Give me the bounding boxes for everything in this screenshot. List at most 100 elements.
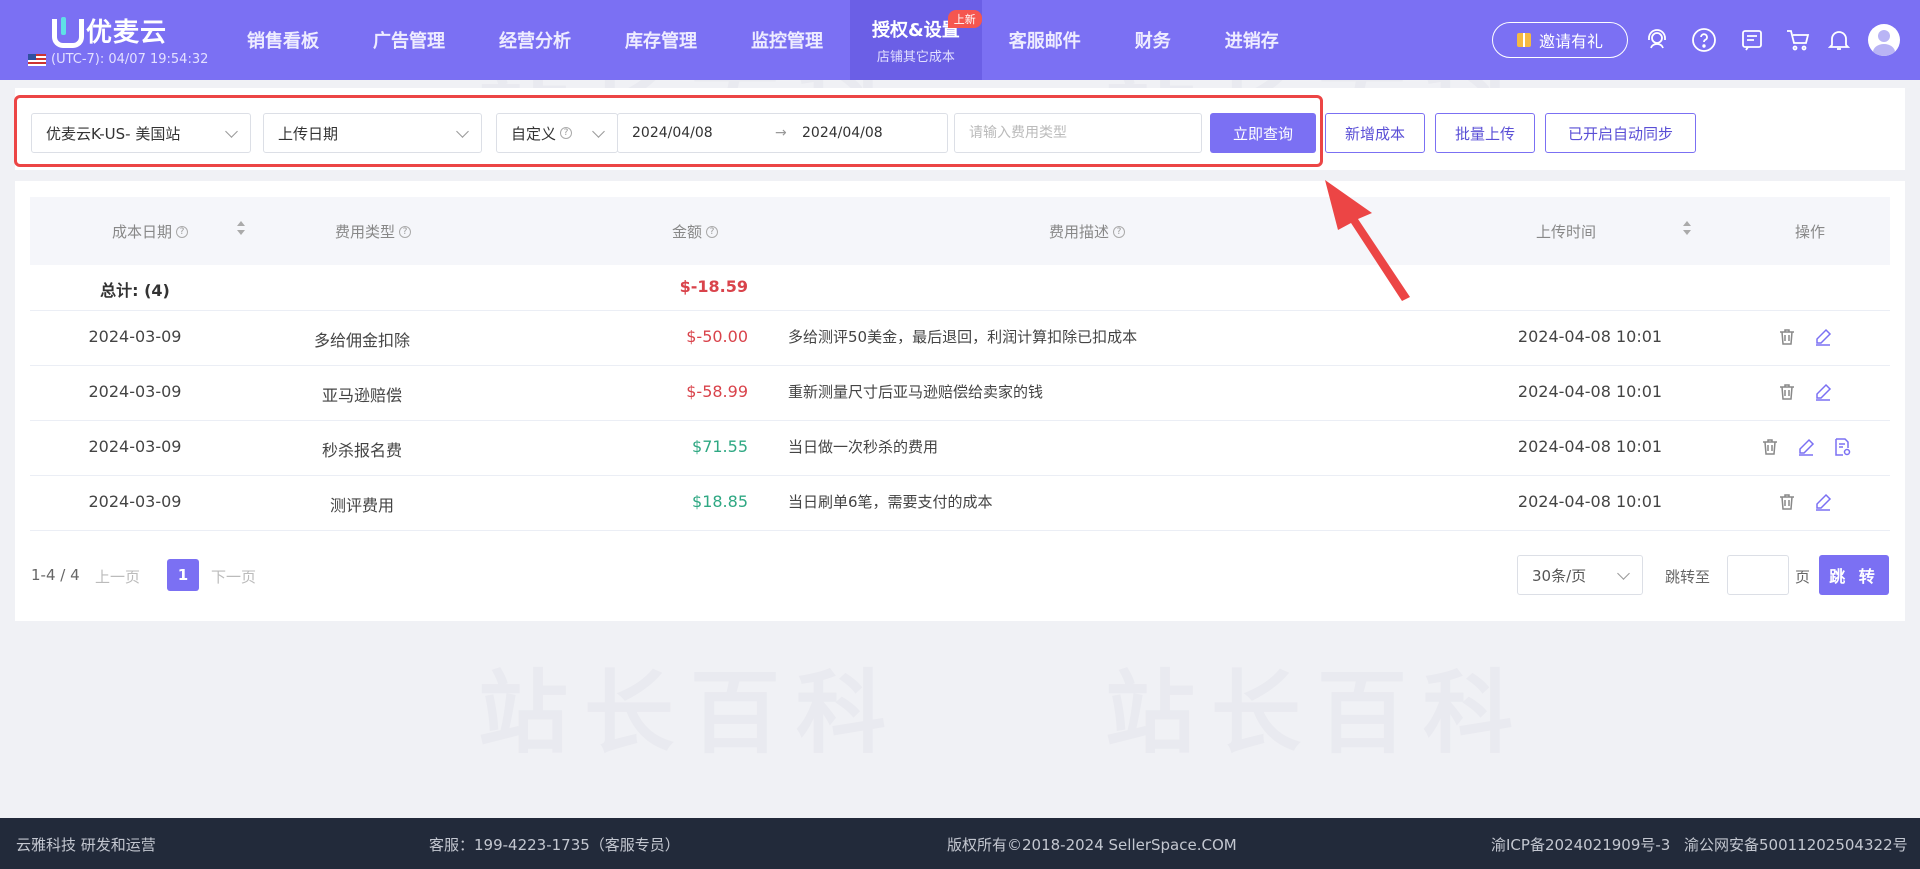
- jump-button[interactable]: 跳 转: [1819, 555, 1889, 595]
- total-row: 总计: (4) $-18.59: [30, 265, 1890, 311]
- total-label: 总计: (4): [100, 281, 170, 300]
- page-number-current[interactable]: 1: [167, 559, 199, 591]
- col-fee-type: 费用类型 ?: [335, 221, 412, 242]
- us-flag-icon: [28, 53, 46, 66]
- total-amount: $-18.59: [679, 277, 748, 296]
- nav-label: 经营分析: [499, 31, 571, 52]
- fee-type: 秒杀报名费: [321, 441, 402, 460]
- trash-icon[interactable]: [1760, 437, 1780, 457]
- annotation-arrow-icon: [1325, 180, 1410, 301]
- timezone-clock: (UTC-7): 04/07 19:54:32: [28, 52, 208, 67]
- footer-police[interactable]: 渝公网安备50011202504322号: [1684, 834, 1908, 855]
- cost-date: 2024-03-09: [88, 327, 182, 346]
- highlight-box: [14, 95, 1323, 167]
- invite-label: 邀请有礼: [1538, 32, 1603, 51]
- table-row: 2024-03-09 亚马逊赔偿 $-58.99 重新测量尺寸后亚马逊赔偿给卖家…: [30, 366, 1890, 421]
- sort-icon[interactable]: [236, 219, 246, 239]
- upload-time: 2024-04-08 10:01: [1517, 492, 1663, 511]
- fee-type: 亚马逊赔偿: [321, 386, 402, 405]
- col-label: 成本日期: [112, 223, 173, 241]
- add-cost-button[interactable]: 新增成本: [1325, 113, 1425, 153]
- col-cost-date[interactable]: 成本日期 ?: [112, 221, 189, 242]
- col-label: 费用类型: [335, 223, 396, 241]
- invite-button[interactable]: 邀请有礼: [1492, 22, 1628, 58]
- bell-icon[interactable]: [1825, 26, 1853, 54]
- nav-item-ads[interactable]: 广告管理: [346, 0, 472, 80]
- footer-service: 客服：199-4223-1735（客服专员）: [429, 836, 680, 854]
- pagination-range: 1-4 / 4: [31, 566, 80, 584]
- fee-type: 多给佣金扣除: [313, 331, 410, 350]
- col-label: 费用描述: [1049, 223, 1110, 241]
- footer-company: 云雅科技 研发和运营: [16, 836, 156, 854]
- footer: 云雅科技 研发和运营 客服：199-4223-1735（客服专员） 版权所有©2…: [0, 818, 1920, 869]
- nav-label: 广告管理: [373, 31, 445, 52]
- jump-to-label: 跳转至: [1665, 568, 1711, 586]
- cost-table: 成本日期 ? 费用类型 ? 金额 ? 费用描述 ? 上传时间 操作 总计: (4…: [15, 181, 1905, 621]
- amount: $71.55: [692, 437, 748, 456]
- nav-item-purchase-sales[interactable]: 进销存: [1198, 0, 1306, 80]
- help-icon[interactable]: [1690, 26, 1718, 54]
- help-circle-icon: ?: [176, 225, 189, 238]
- table-row: 2024-03-09 测评费用 $18.85 当日刷单6笔，需要支付的成本 20…: [30, 476, 1890, 531]
- nav-label: 销售看板: [247, 31, 319, 52]
- cost-date: 2024-03-09: [88, 492, 182, 511]
- message-icon[interactable]: [1738, 26, 1766, 54]
- trash-icon[interactable]: [1777, 382, 1797, 402]
- user-avatar[interactable]: [1868, 24, 1900, 56]
- logo[interactable]: 优麦云: [52, 12, 167, 49]
- nav-item-finance[interactable]: 财务: [1108, 0, 1198, 80]
- watermark: 站长百科: [478, 661, 902, 766]
- nav-item-inventory[interactable]: 库存管理: [598, 0, 724, 80]
- nav-label: 授权&设置: [872, 19, 960, 41]
- chevron-down-icon: [1617, 567, 1630, 580]
- row-actions: [1760, 437, 1852, 457]
- nav-label: 库存管理: [625, 31, 697, 52]
- col-label: 操作: [1795, 223, 1826, 241]
- logo-text: 优麦云: [86, 18, 168, 48]
- headset-icon[interactable]: [1643, 26, 1671, 54]
- footer-copyright: 版权所有©2018-2024 SellerSpace.COM: [947, 836, 1237, 854]
- sort-icon[interactable]: [1682, 219, 1692, 239]
- description: 重新测量尺寸后亚马逊赔偿给卖家的钱: [788, 383, 1044, 401]
- trash-icon[interactable]: [1777, 492, 1797, 512]
- edit-icon[interactable]: [1813, 382, 1833, 402]
- page-size-select[interactable]: 30条/页: [1517, 555, 1643, 595]
- nav-item-analysis[interactable]: 经营分析: [472, 0, 598, 80]
- nav-item-customer-mail[interactable]: 客服邮件: [982, 0, 1108, 80]
- nav-label: 客服邮件: [1008, 31, 1081, 52]
- edit-icon[interactable]: [1813, 327, 1833, 347]
- edit-icon[interactable]: [1796, 437, 1816, 457]
- jump-page-input[interactable]: [1727, 555, 1789, 595]
- row-actions: [1777, 327, 1833, 347]
- col-description: 费用描述 ?: [1049, 221, 1126, 242]
- next-page-link[interactable]: 下一页: [211, 566, 256, 587]
- description: 多给测评50美金，最后退回，利润计算扣除已扣成本: [788, 328, 1138, 346]
- cart-icon[interactable]: [1784, 26, 1812, 54]
- footer-icp[interactable]: 渝ICP备2024021909号-3: [1491, 834, 1670, 855]
- batch-upload-button[interactable]: 批量上传: [1435, 113, 1535, 153]
- table-header: 成本日期 ? 费用类型 ? 金额 ? 费用描述 ? 上传时间 操作: [30, 197, 1890, 265]
- page-unit-label: 页: [1795, 568, 1811, 586]
- row-actions: [1777, 382, 1833, 402]
- prev-page-link[interactable]: 上一页: [95, 566, 140, 587]
- nav-label: 财务: [1134, 31, 1171, 52]
- fee-type: 测评费用: [329, 496, 394, 515]
- help-circle-icon: ?: [706, 225, 719, 238]
- upload-time: 2024-04-08 10:01: [1517, 382, 1663, 401]
- edit-icon[interactable]: [1813, 492, 1833, 512]
- col-operations: 操作: [1795, 221, 1825, 242]
- nav-sub-label: 店铺其它成本: [876, 49, 955, 65]
- col-upload-time[interactable]: 上传时间: [1536, 221, 1596, 242]
- col-amount: 金额 ?: [672, 221, 719, 242]
- logo-icon: [52, 16, 84, 48]
- amount: $-50.00: [686, 327, 748, 346]
- nav-item-settings[interactable]: 授权&设置 店铺其它成本 上新: [850, 0, 982, 80]
- top-header: 优麦云 (UTC-7): 04/07 19:54:32 销售看板 广告管理 经营…: [0, 0, 1920, 80]
- col-label: 金额: [672, 223, 703, 241]
- page-size-value: 30条/页: [1532, 566, 1587, 585]
- nav-item-sales-dashboard[interactable]: 销售看板: [220, 0, 346, 80]
- document-settings-icon[interactable]: [1832, 437, 1852, 457]
- trash-icon[interactable]: [1777, 327, 1797, 347]
- auto-sync-button[interactable]: 已开启自动同步: [1545, 113, 1696, 153]
- nav-item-monitor[interactable]: 监控管理: [724, 0, 850, 80]
